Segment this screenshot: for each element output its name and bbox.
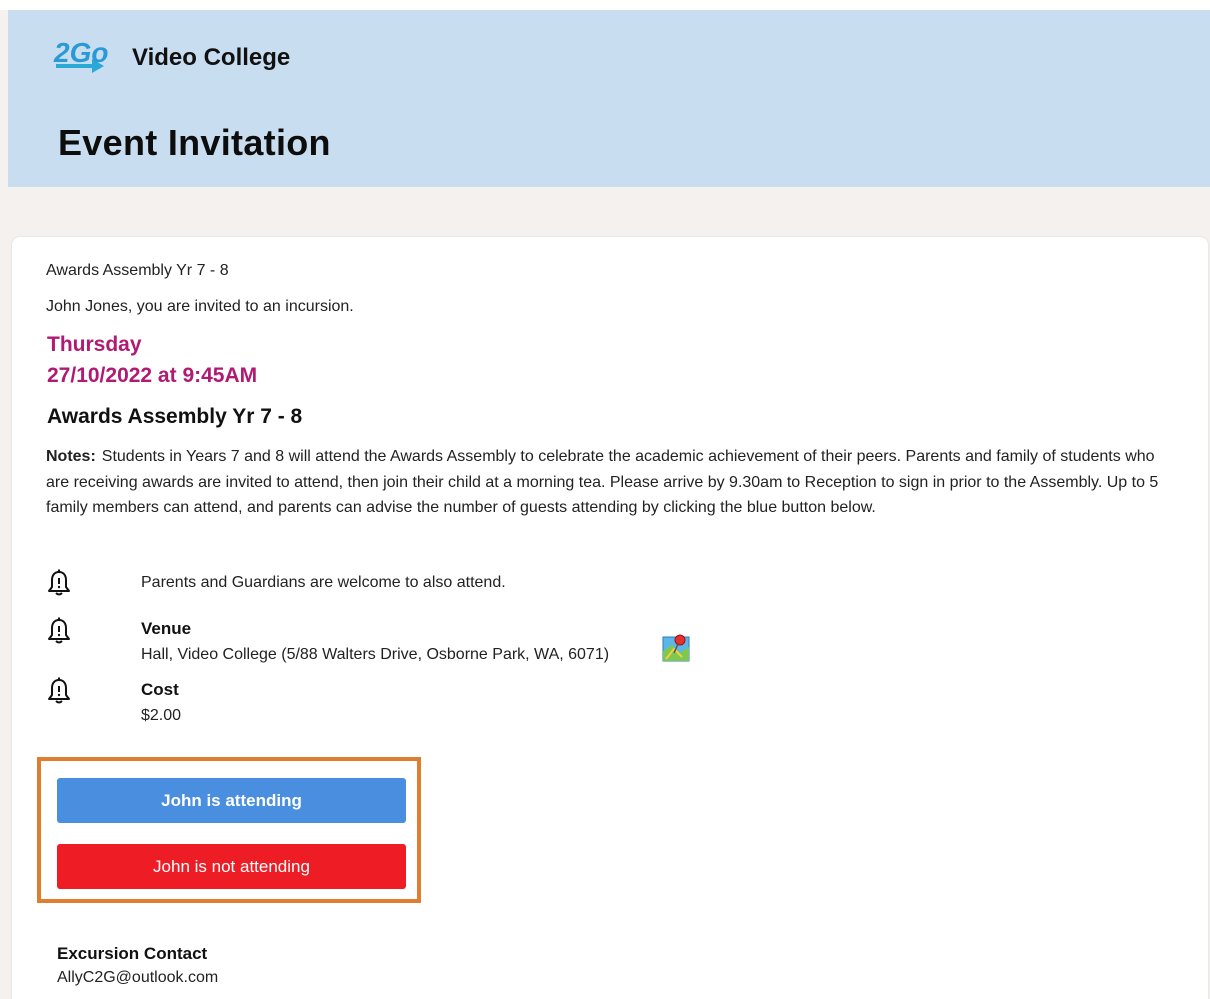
brand-name: Video College <box>132 44 291 71</box>
invite-text: John Jones, you are invited to an incurs… <box>46 298 354 315</box>
venue-value: Hall, Video College (5/88 Walters Drive,… <box>141 646 610 663</box>
2go-logo-icon: 2Go <box>53 37 108 73</box>
invitation-card: Awards Assembly Yr 7 - 8 John Jones, you… <box>12 237 1208 999</box>
top-strip <box>0 0 1210 10</box>
attending-button[interactable]: John is attending <box>57 778 406 823</box>
attendance-buttons-highlight: John is attending John is not attending <box>37 757 421 903</box>
event-datetime: 27/10/2022 at 9:45AM <box>47 364 258 387</box>
notes-text: Students in Years 7 and 8 will attend th… <box>46 448 1159 516</box>
cost-value: $2.00 <box>141 707 182 724</box>
bell-icon <box>46 569 72 597</box>
event-subject: Awards Assembly Yr 7 - 8 <box>46 262 229 279</box>
notes-label: Notes: <box>46 448 96 465</box>
venue-label: Venue <box>141 619 192 638</box>
event-title: Awards Assembly Yr 7 - 8 <box>47 405 303 428</box>
page: 2Go Video College Event Invitation Award… <box>0 0 1210 999</box>
event-day: Thursday <box>47 333 142 356</box>
header: 2Go Video College Event Invitation <box>8 10 1210 187</box>
contact-email[interactable]: AllyC2G@outlook.com <box>57 969 218 987</box>
map-pin-icon[interactable] <box>662 633 692 663</box>
page-title: Event Invitation <box>58 122 331 163</box>
not-attending-button[interactable]: John is not attending <box>57 844 406 889</box>
logo-digit: 2Go <box>53 37 108 68</box>
event-notes: Notes: Students in Years 7 and 8 will att… <box>46 444 1176 521</box>
bell-icon <box>46 677 72 705</box>
logo: 2Go <box>52 32 108 76</box>
welcome-text: Parents and Guardians are welcome to als… <box>141 574 506 591</box>
contact-label: Excursion Contact <box>57 944 208 963</box>
cost-label: Cost <box>141 680 179 699</box>
bell-icon <box>46 617 72 645</box>
